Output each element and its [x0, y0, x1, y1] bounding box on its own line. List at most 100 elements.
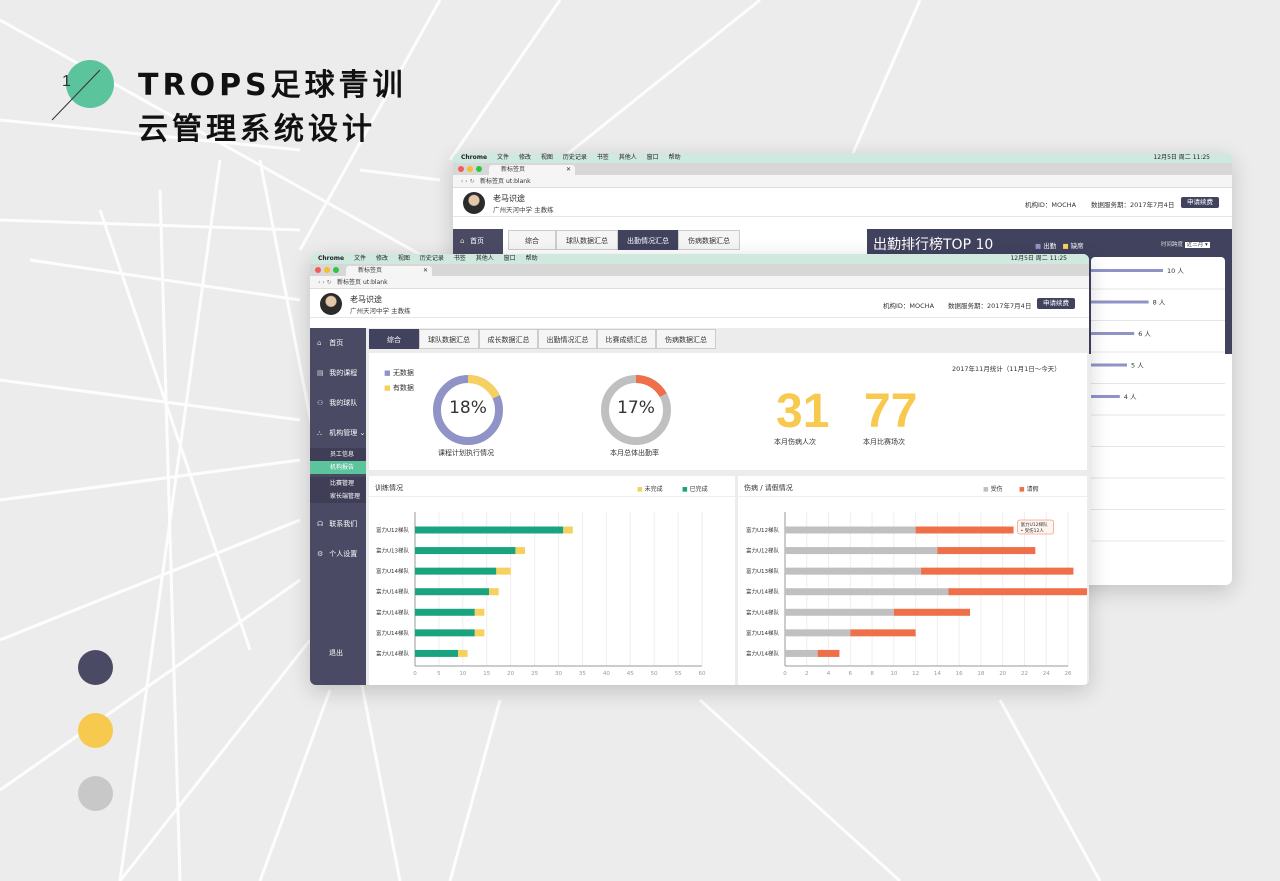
tick-label: 50	[651, 671, 658, 677]
tab-team-data[interactable]: 球队数据汇总	[419, 329, 479, 349]
sidebar-item-settings[interactable]: ⚙ 个人设置	[310, 539, 366, 569]
menu-help[interactable]: 帮助	[669, 154, 681, 161]
menu-history[interactable]: 历史记录	[420, 255, 444, 262]
sidebar-sub-parents[interactable]: 家长端管理	[310, 490, 366, 503]
tab-attendance[interactable]: 出勤情况汇总	[538, 329, 597, 349]
tick-label: 20	[999, 671, 1006, 677]
browser-tab[interactable]: 新标签页 ✕	[489, 165, 575, 175]
legend-complete: ■ 已完成	[682, 484, 708, 493]
sidebar-sub-matches[interactable]: 比赛管理	[310, 477, 366, 490]
menu-file[interactable]: 文件	[497, 154, 509, 161]
bar-受伤	[785, 629, 851, 637]
tick-label: 25	[531, 671, 538, 677]
bar-已完成	[415, 629, 475, 637]
tab-overview[interactable]: 综合	[369, 329, 419, 349]
menu-edit[interactable]: 修改	[519, 154, 531, 161]
menu-view[interactable]: 视图	[398, 255, 410, 262]
minimize-window-icon[interactable]	[467, 166, 473, 172]
menu-file[interactable]: 文件	[354, 255, 366, 262]
legend-hasdata: ■ 有数据	[384, 383, 414, 393]
bar-受伤	[785, 588, 949, 596]
ranking-bar	[1091, 300, 1149, 304]
browser-tab[interactable]: 新标签页 ✕	[346, 266, 432, 276]
tab-close-icon[interactable]: ✕	[423, 266, 428, 276]
menu-bookmarks[interactable]: 书签	[454, 255, 466, 262]
close-window-icon[interactable]	[315, 267, 321, 273]
menu-help[interactable]: 帮助	[526, 255, 538, 262]
menu-window[interactable]: 窗口	[647, 154, 659, 161]
close-window-icon[interactable]	[458, 166, 464, 172]
tab-match-results[interactable]: 比赛成绩汇总	[597, 329, 656, 349]
tick-label: 24	[1043, 671, 1050, 677]
menu-window[interactable]: 窗口	[504, 255, 516, 262]
sidebar-item-contact[interactable]: ☊ 联系我们	[310, 509, 366, 539]
sidebar-sub-staff[interactable]: 员工信息	[310, 448, 366, 461]
tooltip-value: • 受伤12人	[1021, 527, 1045, 534]
sidebar-item-teams[interactable]: ⚇ 我的球队	[310, 388, 366, 418]
tab-team-data[interactable]: 球队数据汇总	[556, 230, 618, 250]
category-label: 富力U12梯队	[746, 526, 780, 534]
category-label: 富力U12梯队	[746, 547, 780, 555]
zoom-window-icon[interactable]	[333, 267, 339, 273]
tab-growth-data[interactable]: 成长数据汇总	[479, 329, 538, 349]
menu-people[interactable]: 其他人	[476, 255, 494, 262]
logout-button[interactable]: 退出	[322, 638, 343, 668]
bar-请假	[937, 547, 1036, 555]
tick-label: 35	[579, 671, 586, 677]
menu-chrome[interactable]: Chrome	[461, 154, 487, 161]
tab-injury[interactable]: 伤病数据汇总	[656, 329, 716, 349]
browser-tabbar: 新标签页 ✕	[310, 264, 1089, 276]
sidebar-item-org[interactable]: ⛬ 机构管理 ⌄	[310, 418, 366, 448]
tick-label: 10	[890, 671, 897, 677]
sidebar-item-home[interactable]: ⌂ 首页	[310, 328, 366, 358]
dot-yellow	[78, 713, 113, 748]
bar-请假	[893, 608, 971, 616]
minimize-window-icon[interactable]	[324, 267, 330, 273]
bar-请假	[948, 588, 1087, 596]
bar-受伤	[785, 649, 818, 657]
tick-label: 8	[870, 671, 874, 677]
tab-close-icon[interactable]: ✕	[566, 165, 571, 175]
address-bar[interactable]: ‹ › ↻ 新标签页 ut:blank	[310, 276, 1089, 289]
sidebar-item-label: 首页	[470, 237, 484, 245]
menu-edit[interactable]: 修改	[376, 255, 388, 262]
url-text: ut:blank	[362, 279, 388, 286]
menu-view[interactable]: 视图	[541, 154, 553, 161]
training-chart: 0 5 10 15 20 25 30 35 40 45 50 55 60 富力U12梯队富力U13梯队富力…	[376, 512, 706, 677]
menu-bookmarks[interactable]: 书签	[597, 154, 609, 161]
legend-absent: 缺席	[1070, 242, 1084, 250]
url-prefix: 新标签页	[480, 178, 505, 185]
zoom-window-icon[interactable]	[476, 166, 482, 172]
menu-chrome[interactable]: Chrome	[318, 255, 344, 262]
ranking-bars: 10 人 8 人 6 人 5 人 4 人	[1091, 267, 1225, 542]
legend-nodata-icon: ■	[384, 369, 391, 377]
avatar[interactable]	[320, 293, 342, 315]
sidebar-item-courses[interactable]: ▤ 我的课程	[310, 358, 366, 388]
tab-attendance[interactable]: 出勤情况汇总	[618, 230, 678, 250]
legend-incomplete: ■ 未完成	[637, 484, 663, 493]
bar-已完成	[415, 526, 564, 534]
tick-label: 10	[459, 671, 466, 677]
renew-button[interactable]: 申请续费	[1181, 197, 1219, 208]
dot-dark	[78, 650, 113, 685]
avatar[interactable]	[463, 192, 485, 214]
renew-button[interactable]: 申请续费	[1037, 298, 1075, 309]
user-name: 老马识途	[350, 295, 382, 304]
address-bar[interactable]: ‹ › ↻ 新标签页 ut:blank	[453, 175, 1232, 188]
nav-arrows-icon[interactable]: ‹ › ↻	[461, 178, 475, 185]
tab-injury[interactable]: 伤病数据汇总	[678, 230, 740, 250]
bar-受伤	[785, 608, 894, 616]
bar-未完成	[474, 629, 485, 637]
tick-label: 16	[956, 671, 963, 677]
legend-attend: 出勤	[1043, 242, 1057, 250]
sidebar-sub-report[interactable]: 机构报告	[310, 461, 366, 474]
menu-history[interactable]: 历史记录	[563, 154, 587, 161]
injury-chart-card: 伤病 / 请假情况 ■ 受伤 ■ 请假 0 2 4 6 8 10 12 14 16 18 20 22 2…	[738, 476, 1087, 685]
tick-label: 40	[603, 671, 610, 677]
nav-arrows-icon[interactable]: ‹ › ↻	[318, 279, 332, 286]
sidebar-item-home[interactable]: ⌂ 首页	[453, 229, 503, 253]
tab-overview[interactable]: 综合	[508, 230, 556, 250]
menu-people[interactable]: 其他人	[619, 154, 637, 161]
mac-menubar: Chrome 文件 修改 视图 历史记录 书签 其他人 窗口 帮助 12月5日 …	[453, 153, 1232, 163]
period-select[interactable]: 时间跨度 近三月 ▾	[1161, 240, 1210, 248]
